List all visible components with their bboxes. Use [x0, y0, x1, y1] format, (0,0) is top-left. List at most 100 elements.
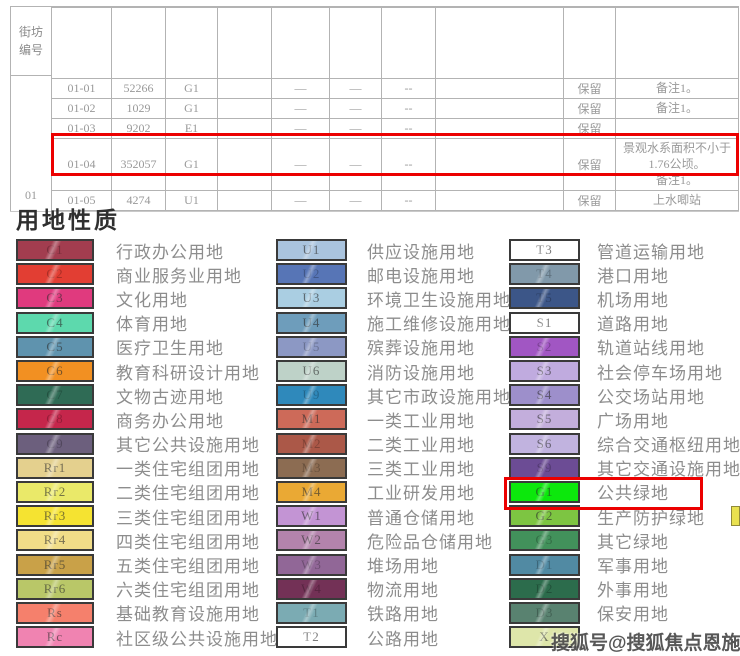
table-row: 01-05 4274 U1 — — -- 保留 上水唧站 — [52, 190, 739, 210]
cropped-swatch-sliver — [731, 506, 740, 526]
land-use-label: 六类住宅组团用地 — [116, 576, 260, 601]
legend-item: U6 消防设施用地 — [276, 359, 508, 383]
column-header-block: 街坊 编号 — [11, 7, 51, 76]
legend-item: W3 堆场用地 — [276, 552, 508, 576]
column-header — [166, 8, 218, 79]
legend-column-1: C1 行政办公用地 C2 商业服务业用地 C3 文化用地 C4 体育用地 C5 … — [16, 238, 278, 649]
land-use-label: 物流用地 — [367, 576, 439, 601]
cell-plot-id: 01-02 — [52, 99, 112, 119]
column-header — [112, 8, 166, 79]
block-number: 01 — [11, 76, 51, 211]
land-use-color-swatch: C9 — [16, 433, 94, 455]
legend-item: Rr4 四类住宅组团用地 — [16, 528, 278, 552]
land-use-color-swatch: S2 — [509, 336, 580, 358]
land-use-color-swatch: D1 — [509, 554, 580, 576]
legend-item: C5 医疗卫生用地 — [16, 335, 278, 359]
cell-remark: 备注1。 — [616, 99, 739, 119]
land-use-label: 综合交通枢纽用地 — [597, 431, 740, 456]
land-use-color-swatch: C6 — [16, 360, 94, 382]
land-use-color-swatch: W1 — [276, 505, 347, 527]
cell-mix-ratio — [218, 119, 272, 139]
land-use-code: T5 — [536, 290, 552, 306]
column-header — [436, 8, 564, 79]
land-use-code: U3 — [303, 290, 321, 306]
cell-units: -- — [382, 79, 436, 99]
land-use-color-swatch: G3 — [509, 529, 580, 551]
legend-item: C2 商业服务业用地 — [16, 262, 278, 286]
land-use-label: 五类住宅组团用地 — [116, 552, 260, 577]
land-use-color-swatch: T1 — [276, 602, 347, 624]
cell-height: — — [330, 139, 382, 191]
land-use-color-swatch: S9 — [509, 457, 580, 479]
land-use-code: U9 — [303, 387, 321, 403]
cell-remark — [616, 119, 739, 139]
land-use-code: S1 — [537, 315, 553, 331]
land-use-color-swatch: T2 — [276, 626, 347, 648]
land-use-code: S9 — [537, 460, 553, 476]
cell-height: — — [330, 79, 382, 99]
legend-item: C7 文物古迹用地 — [16, 383, 278, 407]
cell-facilities — [436, 139, 564, 191]
land-use-label: 商务办公用地 — [116, 407, 224, 432]
land-use-code: Rr3 — [44, 508, 67, 524]
land-use-code: Rs — [47, 605, 63, 621]
land-use-color-swatch: S6 — [509, 433, 580, 455]
land-use-color-swatch: W2 — [276, 529, 347, 551]
legend-item: Rr3 三类住宅组团用地 — [16, 504, 278, 528]
land-use-color-swatch: C1 — [16, 239, 94, 261]
cell-plot-id: 01-04 — [52, 139, 112, 191]
land-use-code: D2 — [536, 581, 554, 597]
land-use-code: U1 — [303, 242, 321, 258]
land-use-color-swatch: C5 — [16, 336, 94, 358]
cell-height: — — [330, 190, 382, 210]
land-use-code: U2 — [303, 266, 321, 282]
cell-height: — — [330, 99, 382, 119]
land-use-label: 军事用地 — [597, 552, 669, 577]
cell-far: — — [272, 99, 330, 119]
watermark-text: 搜狐号@搜狐焦点恩施站 — [551, 628, 740, 655]
legend-item: U9 其它市政设施用地 — [276, 383, 508, 407]
land-use-color-swatch: U5 — [276, 336, 347, 358]
land-use-label: 一类住宅组团用地 — [116, 455, 260, 480]
legend-item: M3 三类工业用地 — [276, 456, 508, 480]
legend-item: M1 一类工业用地 — [276, 407, 508, 431]
land-use-color-swatch: U9 — [276, 384, 347, 406]
land-use-label: 社会停车场用地 — [597, 359, 723, 384]
land-use-label: 文物古迹用地 — [116, 383, 224, 408]
land-use-color-swatch: U3 — [276, 287, 347, 309]
land-use-color-swatch: Rc — [16, 626, 94, 648]
cell-facilities — [436, 190, 564, 210]
block-number-column: 街坊 编号 01 — [10, 7, 51, 211]
land-use-label: 普通仓储用地 — [367, 504, 475, 529]
land-use-code: W3 — [301, 557, 322, 573]
land-use-code: T2 — [303, 629, 319, 645]
land-use-label: 保安用地 — [597, 600, 669, 625]
land-use-code: C7 — [46, 387, 63, 403]
land-use-label: 三类住宅组团用地 — [116, 504, 260, 529]
land-use-code: U4 — [303, 315, 321, 331]
legend-item: M2 二类工业用地 — [276, 432, 508, 456]
land-use-code: C8 — [46, 411, 63, 427]
legend-item: Rr5 五类住宅组团用地 — [16, 552, 278, 576]
land-use-color-swatch: U2 — [276, 263, 347, 285]
land-use-label: 危险品仓储用地 — [367, 528, 493, 553]
legend-item: U3 环境卫生设施用地 — [276, 286, 508, 310]
land-use-color-swatch: Rr1 — [16, 457, 94, 479]
legend-item: Rr6 六类住宅组团用地 — [16, 577, 278, 601]
column-header — [382, 8, 436, 79]
cell-area: 352057 — [112, 139, 166, 191]
land-use-code: C3 — [46, 290, 63, 306]
legend-item: S1 道路用地 — [509, 311, 740, 335]
legend-item: Rc 社区级公共设施用地 — [16, 625, 278, 649]
legend-item: U1 供应设施用地 — [276, 238, 508, 262]
land-use-label: 外事用地 — [597, 576, 669, 601]
legend-title: 用地性质 — [16, 201, 120, 235]
cell-use-code: G1 — [166, 99, 218, 119]
cell-units: -- — [382, 99, 436, 119]
land-use-code: U6 — [303, 363, 321, 379]
land-use-label: 机场用地 — [597, 286, 669, 311]
land-use-color-swatch: C3 — [16, 287, 94, 309]
legend-item: T4 港口用地 — [509, 262, 740, 286]
land-use-code: Rr4 — [44, 532, 67, 548]
land-use-color-swatch: T3 — [509, 239, 580, 261]
